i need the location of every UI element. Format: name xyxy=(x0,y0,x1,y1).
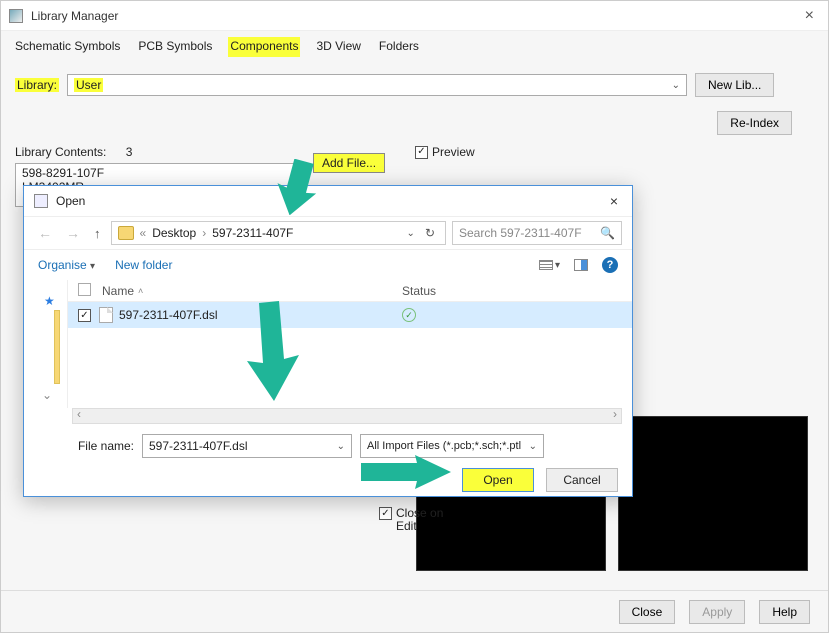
add-file-button[interactable]: Add File... xyxy=(313,153,385,173)
chevron-down-icon: ⌄ xyxy=(529,441,537,452)
new-lib-button[interactable]: New Lib... xyxy=(695,73,774,97)
library-contents-count: 3 xyxy=(126,145,133,159)
nav-back-icon[interactable]: ← xyxy=(34,225,56,241)
column-headers: Name ˄ Status xyxy=(68,280,632,302)
folder-icon xyxy=(118,226,134,240)
dialog-nav-bar: ← → ↑ « Desktop › 597-2311-407F ⌄ ↻ Sear… xyxy=(24,216,632,250)
nav-tree[interactable]: ★ ⌄ xyxy=(24,280,68,408)
file-name-label: File name: xyxy=(38,439,134,453)
quick-access-icon[interactable]: ★ xyxy=(44,294,55,308)
list-item[interactable]: 598-8291-107F xyxy=(22,166,298,180)
tab-schematic-symbols[interactable]: Schematic Symbols xyxy=(13,37,122,57)
window-title: Library Manager xyxy=(31,9,799,23)
app-icon xyxy=(9,9,23,23)
re-index-button[interactable]: Re-Index xyxy=(717,111,792,135)
help-button[interactable]: Help xyxy=(759,600,810,624)
preview-pane-2 xyxy=(618,416,808,571)
close-on-edit-checkbox[interactable]: ✓ xyxy=(379,507,392,520)
help-icon[interactable]: ? xyxy=(602,257,618,273)
close-icon[interactable]: × xyxy=(799,7,820,25)
tab-3d-view[interactable]: 3D View xyxy=(314,37,362,57)
folder-icon xyxy=(34,194,48,208)
file-icon xyxy=(99,307,113,323)
open-button[interactable]: Open xyxy=(462,468,534,492)
breadcrumb-item[interactable]: 597-2311-407F xyxy=(212,226,293,240)
chevron-down-icon[interactable]: ⌄ xyxy=(407,228,415,239)
library-contents-label: Library Contents: xyxy=(15,145,106,159)
new-folder-button[interactable]: New folder xyxy=(115,258,172,272)
chevron-down-icon[interactable]: ⌄ xyxy=(42,388,52,402)
status-ok-icon: ✓ xyxy=(402,308,416,322)
close-on-edit-option[interactable]: ✓ Close onEdit xyxy=(379,507,443,533)
apply-button[interactable]: Apply xyxy=(689,600,745,624)
preview-checkbox[interactable]: ✓ xyxy=(415,146,428,159)
footer-bar: Close Apply Help xyxy=(1,590,828,632)
nav-forward-icon[interactable]: → xyxy=(62,225,84,241)
close-button[interactable]: Close xyxy=(619,600,676,624)
nav-up-icon[interactable]: ↑ xyxy=(90,226,105,241)
chevron-down-icon: ⌄ xyxy=(672,80,680,91)
select-all-checkbox[interactable] xyxy=(78,283,91,296)
library-label: Library: xyxy=(15,78,59,92)
horizontal-scrollbar[interactable] xyxy=(72,408,622,424)
chevron-right-icon: « xyxy=(140,226,147,240)
search-icon: 🔍 xyxy=(600,226,615,240)
chevron-down-icon: ▾ xyxy=(90,261,95,272)
preview-label: Preview xyxy=(432,145,475,159)
dialog-toolbar: Organise ▾ New folder ▾ ? xyxy=(24,250,632,280)
search-input[interactable]: Search 597-2311-407F 🔍 xyxy=(452,221,622,245)
tab-components[interactable]: Components xyxy=(228,37,300,57)
dialog-titlebar: Open × xyxy=(24,186,632,216)
folder-tree-thumb xyxy=(54,310,60,384)
preview-pane-toggle[interactable] xyxy=(574,259,588,271)
view-options-button[interactable]: ▾ xyxy=(539,260,560,271)
organise-menu[interactable]: Organise ▾ xyxy=(38,258,95,272)
tab-bar: Schematic Symbols PCB Symbols Components… xyxy=(1,31,828,57)
dialog-close-icon[interactable]: × xyxy=(606,193,622,209)
file-type-filter[interactable]: All Import Files (*.pcb;*.sch;*.ptl ⌄ xyxy=(360,434,544,458)
column-status[interactable]: Status xyxy=(402,284,622,298)
search-placeholder: Search 597-2311-407F xyxy=(459,226,582,240)
cancel-button[interactable]: Cancel xyxy=(546,468,618,492)
tab-pcb-symbols[interactable]: PCB Symbols xyxy=(136,37,214,57)
library-combo[interactable]: User ⌄ xyxy=(67,74,687,96)
library-value: User xyxy=(74,78,103,92)
file-list: Name ˄ Status ✓ 597-2311-407F.dsl ✓ xyxy=(68,280,632,408)
file-checkbox[interactable]: ✓ xyxy=(78,309,91,322)
file-name: 597-2311-407F.dsl xyxy=(119,308,402,322)
file-row[interactable]: ✓ 597-2311-407F.dsl ✓ xyxy=(68,302,632,328)
chevron-down-icon: ⌄ xyxy=(337,441,345,452)
close-on-edit-label: Close onEdit xyxy=(396,507,443,533)
library-manager-window: Library Manager × Schematic Symbols PCB … xyxy=(0,0,829,633)
refresh-icon[interactable]: ↻ xyxy=(421,226,439,240)
chevron-right-icon: › xyxy=(202,226,206,240)
tab-folders[interactable]: Folders xyxy=(377,37,421,57)
breadcrumb[interactable]: « Desktop › 597-2311-407F ⌄ ↻ xyxy=(111,221,447,245)
breadcrumb-item[interactable]: Desktop xyxy=(152,226,196,240)
dialog-title: Open xyxy=(56,194,606,208)
open-dialog: Open × ← → ↑ « Desktop › 597-2311-407F ⌄… xyxy=(23,185,633,497)
column-name[interactable]: Name ˄ xyxy=(102,284,402,298)
titlebar: Library Manager × xyxy=(1,1,828,31)
file-name-input[interactable]: 597-2311-407F.dsl ⌄ xyxy=(142,434,352,458)
